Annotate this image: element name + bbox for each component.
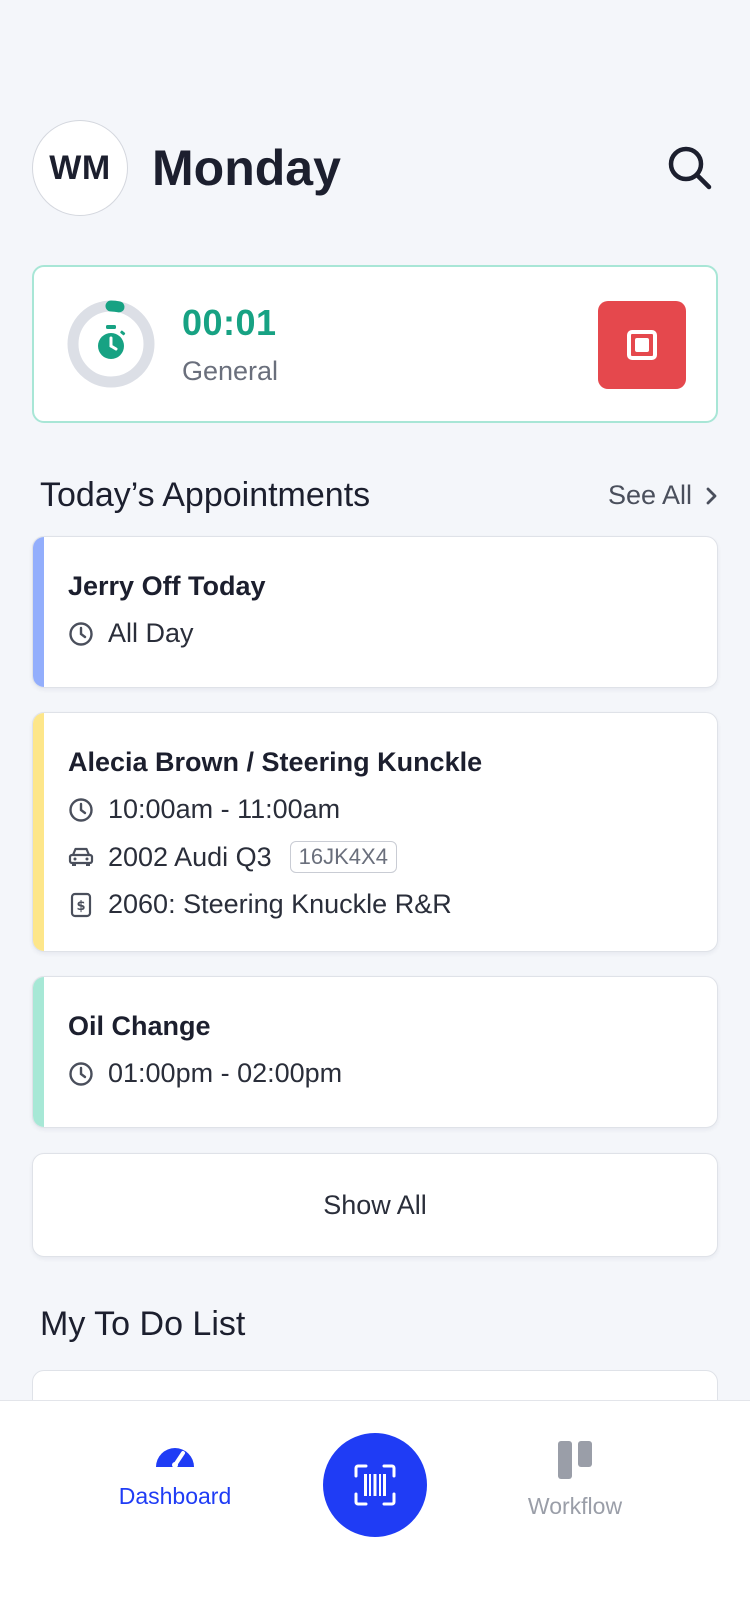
appointment-color-bar [33,977,44,1127]
stop-timer-button[interactable] [598,301,686,389]
appointment-title: Jerry Off Today [68,571,266,601]
show-all-button[interactable]: Show All [32,1153,718,1257]
appointment-time: 01:00pm - 02:00pm [108,1058,343,1088]
appointment-time: All Day [108,618,194,648]
timer-label: General [182,355,279,386]
svg-text:$: $ [76,899,85,914]
workflow-columns-icon [558,1441,592,1479]
header: WM Monday [32,120,718,216]
nav-workflow-label: Workflow [527,1493,623,1519]
stopwatch-icon [98,325,126,359]
avatar[interactable]: WM [32,120,128,216]
nav-dashboard-label: Dashboard [118,1483,232,1509]
scan-barcode-button[interactable] [323,1433,427,1537]
dashboard-gauge-icon [156,1448,194,1468]
vehicle-name: 2002 Audi Q3 [108,841,272,872]
appointments-header: Today’s Appointments See All [40,476,718,515]
appointment-color-bar [33,713,44,951]
page-title: Monday [152,140,341,196]
timer-card[interactable]: 00:01 General [32,265,718,423]
timer-progress-ring [66,299,156,389]
barcode-scan-icon [354,1464,396,1506]
job-description: 2060: Steering Knuckle R&R [108,889,452,919]
appointments-title: Today’s Appointments [40,476,371,514]
appointment-time: 10:00am - 11:00am [108,794,341,824]
todo-title: My To Do List [40,1305,246,1343]
search-button[interactable] [662,140,718,196]
search-icon [668,146,712,190]
appointment-card[interactable]: Alecia Brown / Steering Kunckle 10:00am … [32,712,718,952]
stop-icon [627,330,657,360]
chevron-right-icon [706,487,717,504]
nav-workflow[interactable]: Workflow [475,1439,675,1520]
appointment-card[interactable]: Jerry Off Today All Day [32,536,718,688]
clock-icon [68,621,94,647]
appointment-color-bar [33,537,44,687]
clock-icon [68,1061,94,1087]
todo-header: My To Do List [40,1305,718,1344]
appointment-card[interactable]: Oil Change 01:00pm - 02:00pm [32,976,718,1128]
see-all-link[interactable]: See All [608,480,718,511]
appointment-title: Alecia Brown / Steering Kunckle [68,747,483,777]
license-plate-badge: 16JK4X4 [289,841,397,873]
nav-dashboard[interactable]: Dashboard [75,1437,275,1510]
invoice-icon: $ [68,892,94,918]
appointment-title: Oil Change [68,1011,211,1041]
clock-icon [68,797,94,823]
see-all-label: See All [607,480,692,510]
car-icon [68,844,94,870]
timer-value: 00:01 [182,301,277,343]
bottom-nav: Dashboard Workflow [0,1400,750,1624]
